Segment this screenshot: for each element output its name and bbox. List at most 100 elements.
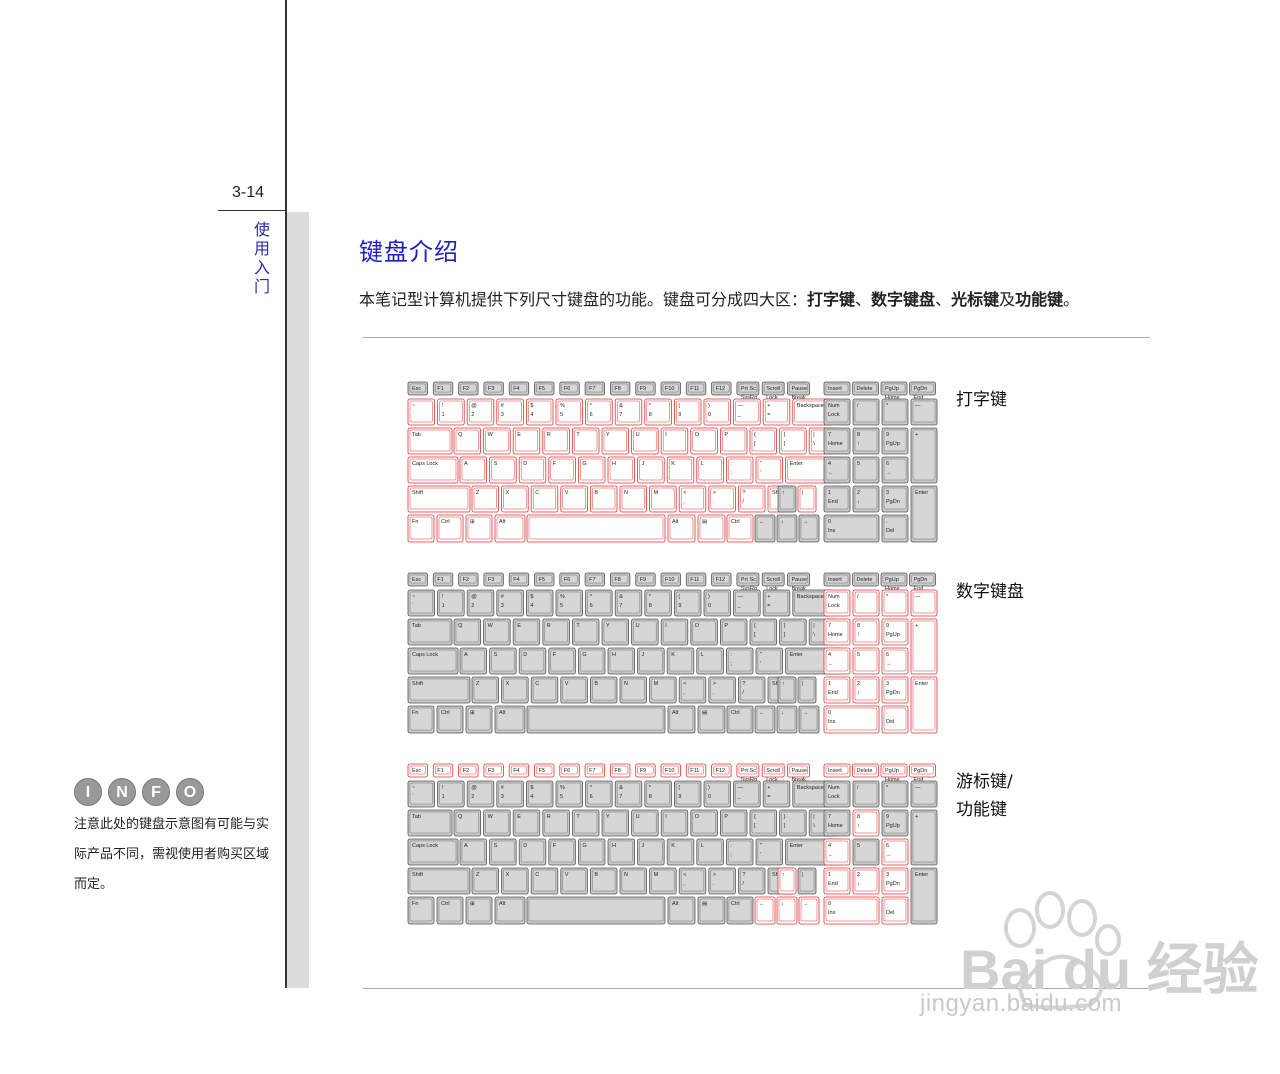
- svg-text:D: D: [523, 843, 527, 849]
- svg-text:→: →: [886, 470, 892, 476]
- svg-text:H: H: [612, 461, 616, 467]
- svg-text:Backspace: Backspace: [797, 594, 824, 600]
- fn-key: Prt ScSysRq: [736, 763, 760, 783]
- svg-text:^: ^: [590, 403, 593, 409]
- svg-text:Fn: Fn: [412, 710, 418, 716]
- fn-key: F8: [609, 381, 631, 396]
- svg-text:Delete: Delete: [857, 768, 873, 774]
- info-o-icon: O: [176, 778, 204, 806]
- fn-key: F7: [584, 381, 606, 396]
- svg-text:+: +: [915, 432, 918, 438]
- svg-text:Ctrl: Ctrl: [441, 710, 450, 716]
- svg-text:0: 0: [708, 603, 711, 609]
- letter-key: A: [459, 647, 488, 675]
- svg-text:@: @: [471, 785, 477, 791]
- svg-text:D: D: [523, 461, 527, 467]
- number-key: @2: [466, 589, 495, 617]
- intro-sep: 、: [855, 290, 872, 309]
- label-line: 游标键/: [956, 772, 1013, 792]
- letter-key: Q: [453, 809, 482, 837]
- intro-paragraph: 本笔记型计算机提供下列尺寸键盘的功能。键盘可分成四大区：打字键、数字键盘、光标键…: [359, 286, 1079, 310]
- svg-text:F11: F11: [690, 768, 699, 774]
- letter-key: G: [577, 647, 606, 675]
- svg-text:+: +: [915, 623, 918, 629]
- letter-key: T: [571, 618, 600, 646]
- svg-text:W: W: [488, 623, 494, 629]
- svg-text:F2: F2: [463, 768, 469, 774]
- svg-text:B: B: [594, 872, 598, 878]
- svg-text:Prt Sc: Prt Sc: [741, 768, 756, 774]
- arrow-down-key: ↓: [776, 705, 798, 734]
- nav-key: Insert: [823, 763, 851, 778]
- nav-key: PgDnEnd: [909, 763, 936, 783]
- fn-key: F1: [432, 381, 454, 396]
- svg-text:B: B: [594, 490, 598, 496]
- svg-text:8: 8: [857, 432, 860, 438]
- numpad-del-key: .Del: [881, 705, 909, 734]
- letter-key: D: [518, 456, 547, 484]
- numpad-key: 3 PgDn: [881, 485, 909, 513]
- punct-key: :;: [725, 456, 754, 484]
- svg-text:5: 5: [560, 412, 563, 418]
- svg-text:8: 8: [649, 603, 652, 609]
- svg-text:?: ?: [742, 490, 745, 496]
- svg-text:0: 0: [708, 794, 711, 800]
- number-key: ~`: [407, 589, 436, 617]
- svg-text:Tab: Tab: [412, 432, 421, 438]
- menu-key: ▤: [697, 514, 726, 543]
- svg-text:4: 4: [530, 794, 533, 800]
- number-key: )0: [703, 398, 732, 426]
- svg-text:F4: F4: [513, 768, 519, 774]
- svg-text:7: 7: [619, 412, 622, 418]
- svg-text:▤: ▤: [702, 710, 708, 716]
- svg-text:F12: F12: [716, 386, 725, 392]
- svg-text:Shift: Shift: [412, 681, 423, 687]
- punct-key: }]: [779, 427, 807, 455]
- svg-text:Alt: Alt: [672, 519, 679, 525]
- intro-sep: 、: [935, 290, 952, 309]
- svg-text:&: &: [619, 785, 623, 791]
- page-number: 3-14: [232, 184, 265, 201]
- number-key: )0: [703, 589, 732, 617]
- svg-text:+: +: [767, 594, 770, 600]
- fn-key: F5: [534, 381, 555, 396]
- number-key: &7: [614, 589, 643, 617]
- svg-text:Home: Home: [828, 823, 843, 829]
- svg-text:`: `: [412, 412, 414, 418]
- punct-key: "': [755, 456, 784, 484]
- svg-text:F2: F2: [463, 386, 469, 392]
- svg-text:Alt: Alt: [672, 710, 679, 716]
- svg-text:K: K: [671, 461, 675, 467]
- svg-text:~: ~: [412, 403, 415, 409]
- number-key: @2: [466, 780, 495, 808]
- windows-key: ⊞: [465, 514, 493, 543]
- svg-text:Enter: Enter: [915, 872, 928, 878]
- svg-text:G: G: [582, 843, 586, 849]
- intro-term-typing: 打字键: [807, 290, 856, 309]
- svg-text:+: +: [767, 785, 770, 791]
- svg-text:PgUp: PgUp: [885, 768, 899, 774]
- number-key: ~`: [407, 780, 436, 808]
- svg-text:$: $: [530, 403, 533, 409]
- svg-text:=: =: [767, 794, 770, 800]
- numpad-key: —: [910, 780, 938, 808]
- svg-text:{: {: [754, 432, 756, 438]
- svg-text:—: —: [915, 785, 921, 791]
- svg-text:Y: Y: [606, 623, 610, 629]
- svg-text:F6: F6: [564, 768, 570, 774]
- svg-text:': ': [760, 470, 761, 476]
- nav-key: Delete: [852, 763, 879, 778]
- svg-text:>: >: [713, 872, 716, 878]
- svg-text:2: 2: [471, 412, 474, 418]
- svg-text:8: 8: [857, 623, 860, 629]
- svg-text:{: {: [754, 623, 756, 629]
- letter-key: T: [571, 427, 600, 455]
- svg-text:F1: F1: [437, 768, 443, 774]
- letter-key: S: [489, 647, 517, 675]
- alt-key: Alt: [667, 514, 696, 543]
- punct-key: }]: [779, 809, 807, 837]
- ctrl-key: Ctrl: [726, 514, 754, 543]
- numpad-key: 4←: [823, 838, 851, 866]
- info-i-icon: I: [74, 778, 102, 806]
- svg-text:O: O: [695, 623, 700, 629]
